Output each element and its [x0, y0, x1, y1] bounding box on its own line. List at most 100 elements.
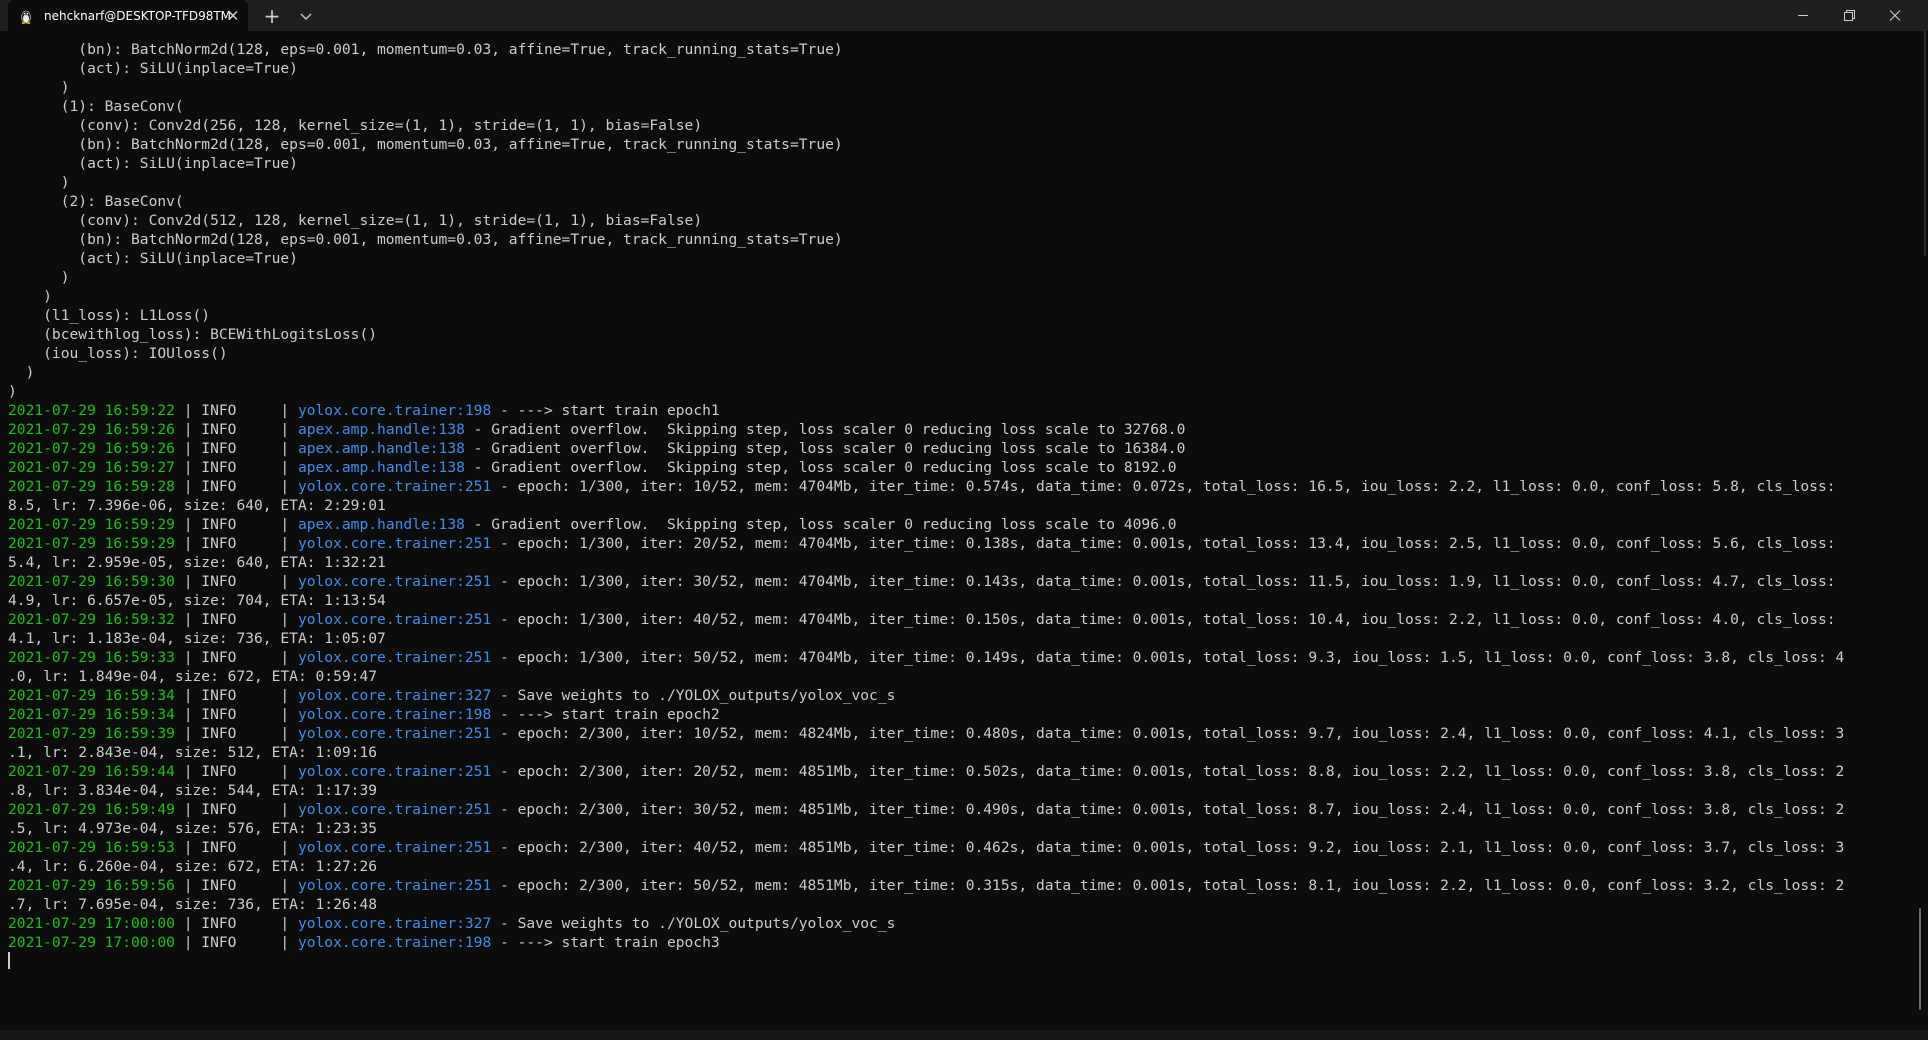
terminal-line: 2021-07-29 16:59:32 | INFO | yolox.core.…: [8, 610, 1844, 629]
terminal-lines: (bn): BatchNorm2d(128, eps=0.001, moment…: [8, 40, 1844, 971]
terminal-line: 2021-07-29 16:59:34 | INFO | yolox.core.…: [8, 686, 1844, 705]
terminal-window: nehcknarf@DESKTOP-TFD98TM ✕ + (bn): Batc…: [0, 0, 1928, 1040]
log-timestamp: 2021-07-29 16:59:22: [8, 402, 175, 419]
bottom-strip: [0, 1030, 1928, 1040]
terminal-line: .5, lr: 4.973e-04, size: 576, ETA: 1:23:…: [8, 819, 1844, 838]
terminal-tab[interactable]: nehcknarf@DESKTOP-TFD98TM ✕: [8, 0, 248, 31]
line-text: | INFO |: [174, 421, 298, 438]
terminal-line: 4.9, lr: 6.657e-05, size: 704, ETA: 1:13…: [8, 591, 1844, 610]
terminal-line: (1): BaseConv(: [8, 97, 1844, 116]
log-timestamp: 2021-07-29 17:00:00: [8, 915, 175, 932]
line-text: | INFO |: [174, 573, 298, 590]
line-text: - ---> start train epoch3: [491, 934, 720, 951]
line-text: ): [8, 364, 35, 381]
terminal-line: 2021-07-29 17:00:00 | INFO | yolox.core.…: [8, 933, 1844, 952]
tab-title: nehcknarf@DESKTOP-TFD98TM: [44, 9, 232, 23]
line-text: .1, lr: 2.843e-04, size: 512, ETA: 1:09:…: [8, 744, 378, 761]
terminal-line: 2021-07-29 16:59:33 | INFO | yolox.core.…: [8, 648, 1844, 667]
log-timestamp: 2021-07-29 16:59:56: [8, 877, 175, 894]
terminal-line: (bn): BatchNorm2d(128, eps=0.001, moment…: [8, 40, 1844, 59]
line-text: ): [8, 79, 70, 96]
restore-icon[interactable]: [1826, 0, 1872, 31]
log-module: yolox.core.trainer:251: [297, 839, 492, 856]
terminal-line: 2021-07-29 16:59:34 | INFO | yolox.core.…: [8, 705, 1844, 724]
log-timestamp: 2021-07-29 17:00:00: [8, 934, 175, 951]
line-text: | INFO |: [174, 801, 298, 818]
line-text: - epoch: 2/300, iter: 10/52, mem: 4824Mb…: [491, 725, 1845, 742]
line-text: | INFO |: [174, 535, 298, 552]
terminal-line: .7, lr: 7.695e-04, size: 736, ETA: 1:26:…: [8, 895, 1844, 914]
log-timestamp: 2021-07-29 16:59:44: [8, 763, 175, 780]
terminal-line: 2021-07-29 16:59:29 | INFO | apex.amp.ha…: [8, 515, 1844, 534]
line-text: (conv): Conv2d(512, 128, kernel_size=(1,…: [8, 212, 703, 229]
terminal-output[interactable]: (bn): BatchNorm2d(128, eps=0.001, moment…: [0, 31, 1914, 1030]
line-text: | INFO |: [174, 687, 298, 704]
log-timestamp: 2021-07-29 16:59:34: [8, 687, 175, 704]
log-module: yolox.core.trainer:251: [297, 649, 492, 666]
terminal-line: (bn): BatchNorm2d(128, eps=0.001, moment…: [8, 230, 1844, 249]
line-text: - epoch: 2/300, iter: 20/52, mem: 4851Mb…: [491, 763, 1845, 780]
log-timestamp: 2021-07-29 16:59:29: [8, 535, 175, 552]
terminal-line: 2021-07-29 16:59:27 | INFO | apex.amp.ha…: [8, 458, 1844, 477]
terminal-line: (conv): Conv2d(512, 128, kernel_size=(1,…: [8, 211, 1844, 230]
terminal-line: ): [8, 268, 1844, 287]
terminal-line: (2): BaseConv(: [8, 192, 1844, 211]
log-module: yolox.core.trainer:251: [297, 725, 492, 742]
scrollbar-thumb[interactable]: [1919, 908, 1921, 1010]
log-module: yolox.core.trainer:251: [297, 763, 492, 780]
line-text: ): [8, 383, 17, 400]
chevron-down-icon[interactable]: [292, 4, 320, 28]
plus-icon[interactable]: +: [258, 4, 286, 28]
line-text: (bcewithlog_loss): BCEWithLogitsLoss(): [8, 326, 378, 343]
line-text: - Gradient overflow. Skipping step, loss…: [464, 516, 1177, 533]
log-module: yolox.core.trainer:327: [297, 687, 492, 704]
terminal-line: 2021-07-29 16:59:26 | INFO | apex.amp.ha…: [8, 439, 1844, 458]
log-timestamp: 2021-07-29 16:59:30: [8, 573, 175, 590]
terminal-line: 2021-07-29 16:59:49 | INFO | yolox.core.…: [8, 800, 1844, 819]
terminal-line: ): [8, 287, 1844, 306]
terminal-line: .0, lr: 1.849e-04, size: 672, ETA: 0:59:…: [8, 667, 1844, 686]
terminal-line: .1, lr: 2.843e-04, size: 512, ETA: 1:09:…: [8, 743, 1844, 762]
terminal-line: 8.5, lr: 7.396e-06, size: 640, ETA: 2:29…: [8, 496, 1844, 515]
line-text: - Save weights to ./YOLOX_outputs/yolox_…: [491, 687, 896, 704]
log-timestamp: 2021-07-29 16:59:26: [8, 440, 175, 457]
text-cursor: [8, 952, 10, 969]
line-text: | INFO |: [174, 459, 298, 476]
line-text: - epoch: 2/300, iter: 50/52, mem: 4851Mb…: [491, 877, 1845, 894]
log-module: yolox.core.trainer:251: [297, 535, 492, 552]
line-text: ): [8, 288, 52, 305]
line-text: (bn): BatchNorm2d(128, eps=0.001, moment…: [8, 231, 843, 248]
log-timestamp: 2021-07-29 16:59:33: [8, 649, 175, 666]
line-text: - epoch: 1/300, iter: 40/52, mem: 4704Mb…: [491, 611, 1836, 628]
line-text: (conv): Conv2d(256, 128, kernel_size=(1,…: [8, 117, 703, 134]
terminal-line: ): [8, 78, 1844, 97]
line-text: | INFO |: [174, 611, 298, 628]
line-text: .7, lr: 7.695e-04, size: 736, ETA: 1:26:…: [8, 896, 378, 913]
line-text: - Gradient overflow. Skipping step, loss…: [464, 421, 1186, 438]
log-timestamp: 2021-07-29 16:59:34: [8, 706, 175, 723]
log-module: yolox.core.trainer:251: [297, 801, 492, 818]
terminal-line: 4.1, lr: 1.183e-04, size: 736, ETA: 1:05…: [8, 629, 1844, 648]
terminal-line: (act): SiLU(inplace=True): [8, 154, 1844, 173]
line-text: - ---> start train epoch2: [491, 706, 720, 723]
terminal-line: ): [8, 382, 1844, 401]
log-module: yolox.core.trainer:251: [297, 478, 492, 495]
scrollbar[interactable]: [1914, 31, 1928, 1040]
terminal-line: 2021-07-29 16:59:39 | INFO | yolox.core.…: [8, 724, 1844, 743]
terminal-line: 2021-07-29 16:59:56 | INFO | yolox.core.…: [8, 876, 1844, 895]
line-text: (2): BaseConv(: [8, 193, 184, 210]
terminal-line: 2021-07-29 16:59:53 | INFO | yolox.core.…: [8, 838, 1844, 857]
close-tab-icon[interactable]: ✕: [224, 7, 242, 25]
log-module: yolox.core.trainer:327: [297, 915, 492, 932]
line-text: - epoch: 2/300, iter: 40/52, mem: 4851Mb…: [491, 839, 1845, 856]
terminal-line: (act): SiLU(inplace=True): [8, 59, 1844, 78]
line-text: - epoch: 1/300, iter: 30/52, mem: 4704Mb…: [491, 573, 1836, 590]
terminal-line: 2021-07-29 16:59:28 | INFO | yolox.core.…: [8, 477, 1844, 496]
terminal-line: (bcewithlog_loss): BCEWithLogitsLoss(): [8, 325, 1844, 344]
close-window-icon[interactable]: [1872, 0, 1918, 31]
minimize-icon[interactable]: [1780, 0, 1826, 31]
terminal-line: 2021-07-29 16:59:22 | INFO | yolox.core.…: [8, 401, 1844, 420]
line-text: (bn): BatchNorm2d(128, eps=0.001, moment…: [8, 41, 843, 58]
line-text: 5.4, lr: 2.959e-05, size: 640, ETA: 1:32…: [8, 554, 386, 571]
terminal-line: ): [8, 363, 1844, 382]
